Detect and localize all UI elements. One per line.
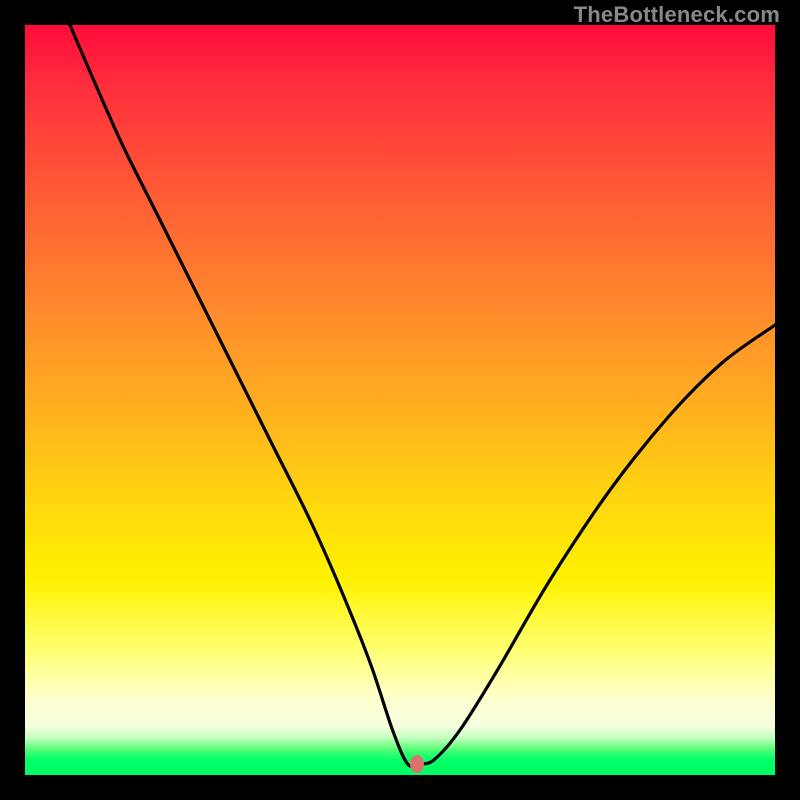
chart-frame: TheBottleneck.com xyxy=(0,0,800,800)
plot-area xyxy=(25,25,775,775)
watermark-text: TheBottleneck.com xyxy=(574,2,780,28)
bottleneck-curve xyxy=(25,25,775,775)
optimal-point-marker xyxy=(410,755,424,773)
